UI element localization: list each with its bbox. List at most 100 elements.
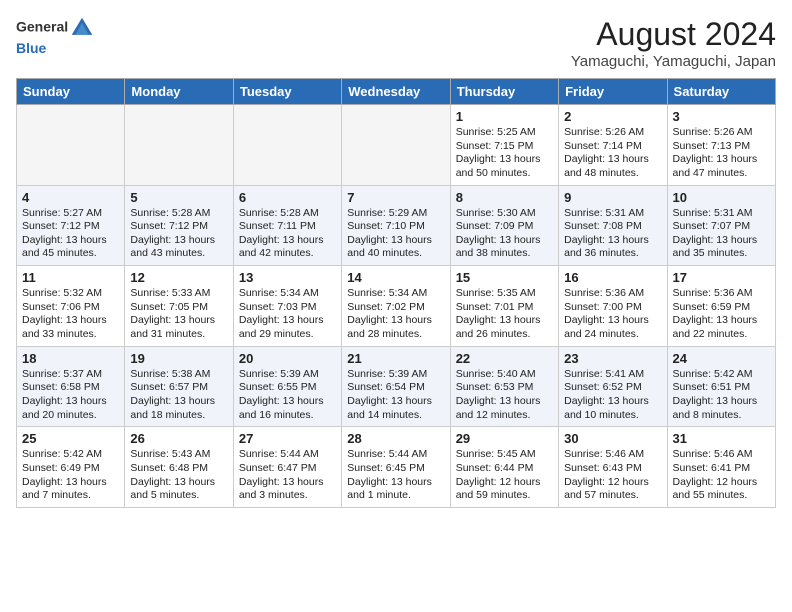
- sunset-text: Sunset: 7:15 PM: [456, 140, 553, 154]
- daylight-text: and 22 minutes.: [673, 328, 770, 342]
- daylight-text: and 35 minutes.: [673, 247, 770, 261]
- day-number: 9: [564, 190, 661, 205]
- daylight-text: and 3 minutes.: [239, 489, 336, 503]
- daylight-text: Daylight: 13 hours: [22, 476, 119, 490]
- sunset-text: Sunset: 6:48 PM: [130, 462, 227, 476]
- sunset-text: Sunset: 7:03 PM: [239, 301, 336, 315]
- daylight-text: and 59 minutes.: [456, 489, 553, 503]
- sunset-text: Sunset: 7:11 PM: [239, 220, 336, 234]
- day-number: 30: [564, 431, 661, 446]
- daylight-text: and 36 minutes.: [564, 247, 661, 261]
- daylight-text: and 14 minutes.: [347, 409, 444, 423]
- day-number: 8: [456, 190, 553, 205]
- calendar-cell: [17, 105, 125, 186]
- calendar-cell: 2Sunrise: 5:26 AMSunset: 7:14 PMDaylight…: [559, 105, 667, 186]
- daylight-text: Daylight: 13 hours: [347, 314, 444, 328]
- daylight-text: and 47 minutes.: [673, 167, 770, 181]
- sunrise-text: Sunrise: 5:45 AM: [456, 448, 553, 462]
- daylight-text: Daylight: 13 hours: [130, 476, 227, 490]
- daylight-text: and 12 minutes.: [456, 409, 553, 423]
- calendar-subtitle: Yamaguchi, Yamaguchi, Japan: [571, 53, 776, 70]
- daylight-text: and 31 minutes.: [130, 328, 227, 342]
- daylight-text: and 55 minutes.: [673, 489, 770, 503]
- daylight-text: and 43 minutes.: [130, 247, 227, 261]
- col-header-monday: Monday: [125, 79, 233, 105]
- calendar-cell: 25Sunrise: 5:42 AMSunset: 6:49 PMDayligh…: [17, 427, 125, 508]
- day-number: 28: [347, 431, 444, 446]
- daylight-text: and 48 minutes.: [564, 167, 661, 181]
- day-number: 1: [456, 109, 553, 124]
- calendar-cell: 1 Sunrise: 5:25 AMSunset: 7:15 PMDaylight…: [450, 105, 558, 186]
- day-number: 20: [239, 351, 336, 366]
- day-number: 18: [22, 351, 119, 366]
- calendar-cell: 19Sunrise: 5:38 AMSunset: 6:57 PMDayligh…: [125, 346, 233, 427]
- day-number: 21: [347, 351, 444, 366]
- calendar-week-row: 18Sunrise: 5:37 AMSunset: 6:58 PMDayligh…: [17, 346, 776, 427]
- sunrise-text: Sunrise: 5:34 AM: [347, 287, 444, 301]
- sunset-text: Sunset: 6:59 PM: [673, 301, 770, 315]
- calendar-cell: 31Sunrise: 5:46 AMSunset: 6:41 PMDayligh…: [667, 427, 775, 508]
- daylight-text: Daylight: 13 hours: [456, 234, 553, 248]
- sunrise-text: Sunrise: 5:26 AM: [564, 126, 661, 140]
- logo-blue: Blue: [16, 40, 46, 56]
- calendar-cell: 5Sunrise: 5:28 AMSunset: 7:12 PMDaylight…: [125, 185, 233, 266]
- calendar-cell: 11Sunrise: 5:32 AMSunset: 7:06 PMDayligh…: [17, 266, 125, 347]
- day-number: 23: [564, 351, 661, 366]
- sunset-text: Sunset: 6:49 PM: [22, 462, 119, 476]
- daylight-text: Daylight: 13 hours: [239, 395, 336, 409]
- daylight-text: Daylight: 13 hours: [239, 314, 336, 328]
- col-header-wednesday: Wednesday: [342, 79, 450, 105]
- sunrise-text: Sunrise: 5:42 AM: [673, 368, 770, 382]
- sunset-text: Sunset: 6:44 PM: [456, 462, 553, 476]
- sunset-text: Sunset: 6:51 PM: [673, 381, 770, 395]
- title-block: August 2024 Yamaguchi, Yamaguchi, Japan: [571, 16, 776, 70]
- day-number: 4: [22, 190, 119, 205]
- day-number: 24: [673, 351, 770, 366]
- calendar-cell: 10Sunrise: 5:31 AMSunset: 7:07 PMDayligh…: [667, 185, 775, 266]
- daylight-text: Daylight: 13 hours: [564, 234, 661, 248]
- logo: General Blue: [16, 16, 96, 57]
- sunset-text: Sunset: 6:41 PM: [673, 462, 770, 476]
- daylight-text: and 42 minutes.: [239, 247, 336, 261]
- sunrise-text: Sunrise: 5:44 AM: [347, 448, 444, 462]
- sunset-text: Sunset: 7:07 PM: [673, 220, 770, 234]
- daylight-text: Daylight: 13 hours: [347, 476, 444, 490]
- calendar-week-row: 4Sunrise: 5:27 AMSunset: 7:12 PMDaylight…: [17, 185, 776, 266]
- daylight-text: and 40 minutes.: [347, 247, 444, 261]
- day-number: 12: [130, 270, 227, 285]
- sunrise-text: Sunrise: 5:32 AM: [22, 287, 119, 301]
- sunrise-text: Sunrise: 5:40 AM: [456, 368, 553, 382]
- daylight-text: and 16 minutes.: [239, 409, 336, 423]
- daylight-text: Daylight: 13 hours: [564, 153, 661, 167]
- sunrise-text: Sunrise: 5:25 AM: [456, 126, 553, 140]
- day-number: 13: [239, 270, 336, 285]
- sunset-text: Sunset: 6:52 PM: [564, 381, 661, 395]
- daylight-text: Daylight: 13 hours: [456, 153, 553, 167]
- calendar-cell: [233, 105, 341, 186]
- sunset-text: Sunset: 6:58 PM: [22, 381, 119, 395]
- daylight-text: Daylight: 13 hours: [130, 234, 227, 248]
- daylight-text: and 33 minutes.: [22, 328, 119, 342]
- sunset-text: Sunset: 7:06 PM: [22, 301, 119, 315]
- sunset-text: Sunset: 7:13 PM: [673, 140, 770, 154]
- sunrise-text: Sunrise: 5:42 AM: [22, 448, 119, 462]
- sunrise-text: Sunrise: 5:29 AM: [347, 207, 444, 221]
- calendar-cell: 9Sunrise: 5:31 AMSunset: 7:08 PMDaylight…: [559, 185, 667, 266]
- sunrise-text: Sunrise: 5:36 AM: [673, 287, 770, 301]
- calendar-cell: 27Sunrise: 5:44 AMSunset: 6:47 PMDayligh…: [233, 427, 341, 508]
- daylight-text: and 29 minutes.: [239, 328, 336, 342]
- calendar-cell: 16Sunrise: 5:36 AMSunset: 7:00 PMDayligh…: [559, 266, 667, 347]
- day-number: 31: [673, 431, 770, 446]
- calendar-cell: 28Sunrise: 5:44 AMSunset: 6:45 PMDayligh…: [342, 427, 450, 508]
- day-number: 16: [564, 270, 661, 285]
- daylight-text: and 38 minutes.: [456, 247, 553, 261]
- calendar-cell: 6Sunrise: 5:28 AMSunset: 7:11 PMDaylight…: [233, 185, 341, 266]
- calendar-header-row: SundayMondayTuesdayWednesdayThursdayFrid…: [17, 79, 776, 105]
- calendar-cell: 14Sunrise: 5:34 AMSunset: 7:02 PMDayligh…: [342, 266, 450, 347]
- daylight-text: and 1 minute.: [347, 489, 444, 503]
- daylight-text: Daylight: 13 hours: [673, 395, 770, 409]
- daylight-text: Daylight: 13 hours: [347, 395, 444, 409]
- logo-general: General: [16, 19, 68, 35]
- sunrise-text: Sunrise: 5:46 AM: [673, 448, 770, 462]
- sunset-text: Sunset: 6:53 PM: [456, 381, 553, 395]
